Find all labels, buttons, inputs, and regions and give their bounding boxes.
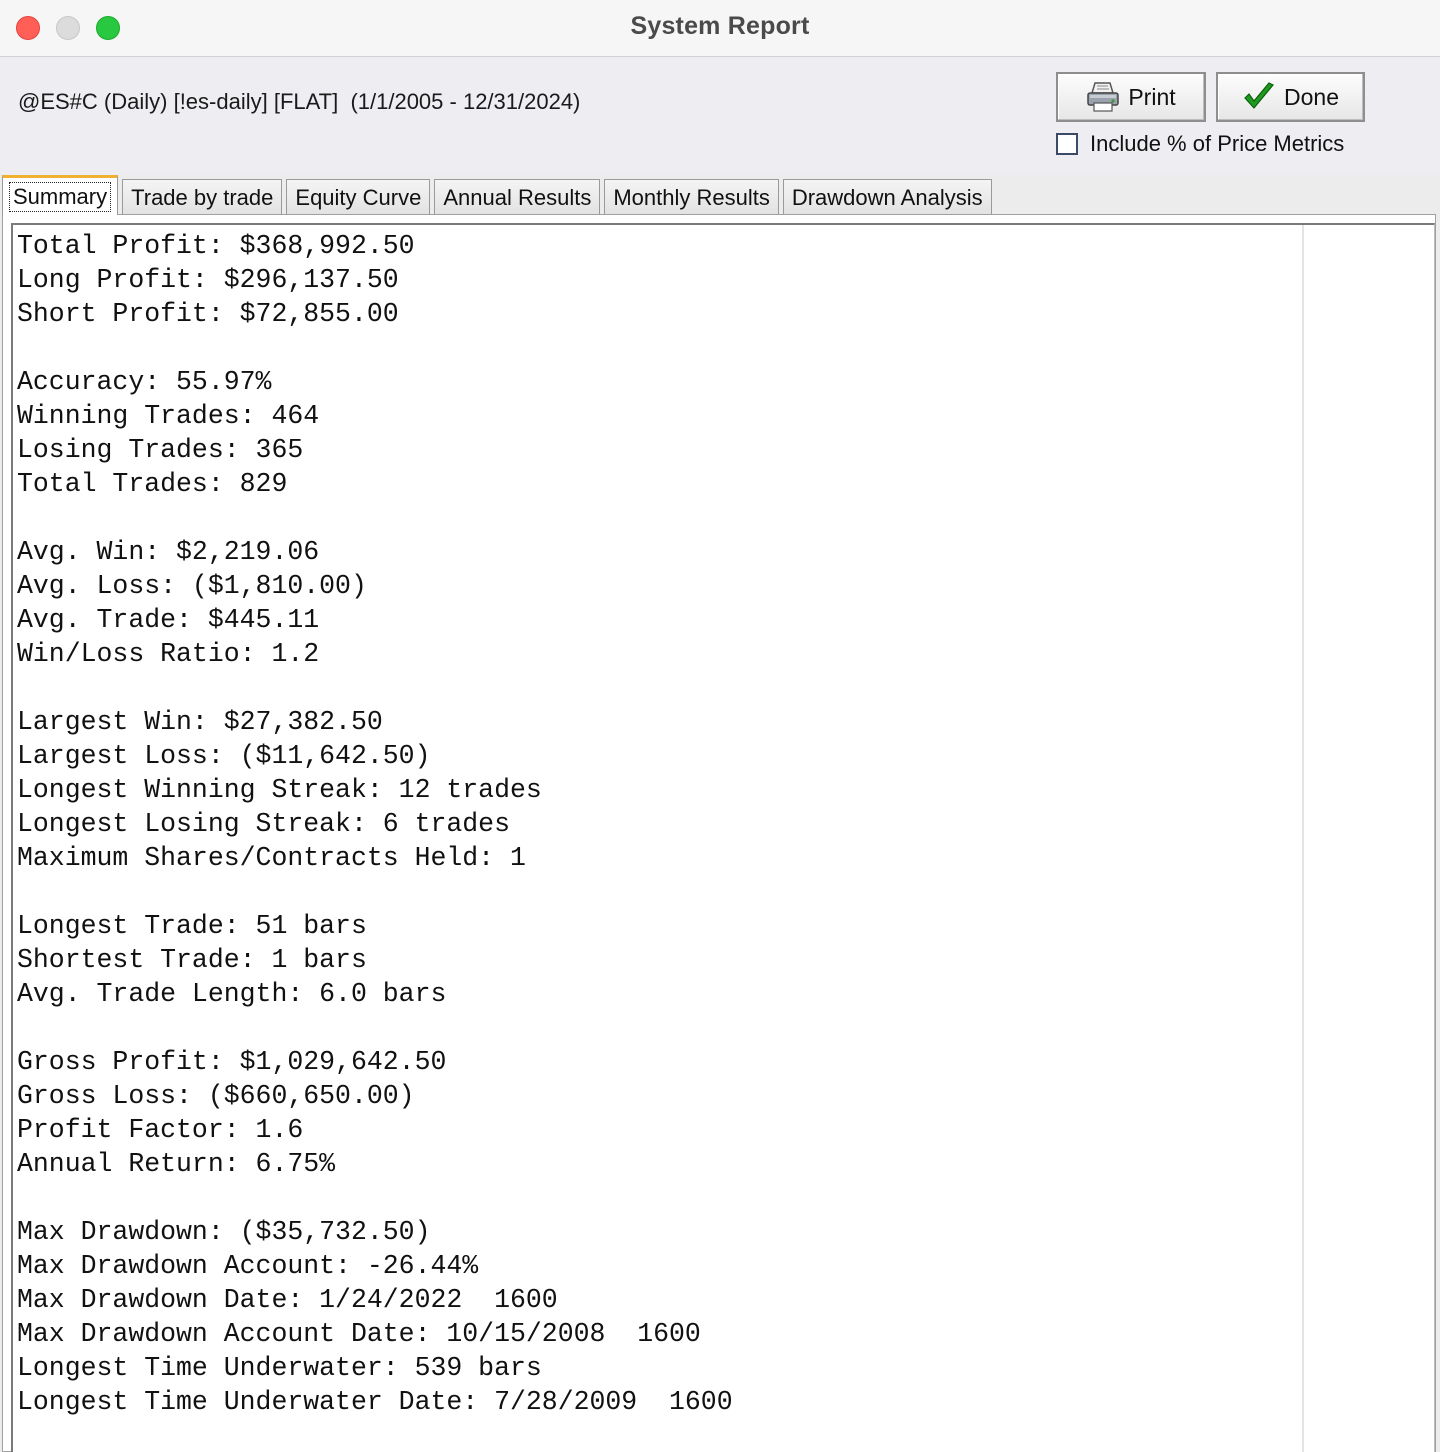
report-line: Largest Loss: ($11,642.50) [17, 741, 431, 771]
report-blank-line [17, 1011, 733, 1045]
report-line: Avg. Win: $2,219.06 [17, 537, 320, 567]
window-title: System Report [630, 12, 810, 40]
system-report-window: System Report @ES#C (Daily) [!es-daily] … [0, 0, 1440, 1452]
report-line: Long Profit: $296,137.50 [17, 265, 399, 295]
report-tabs: Summary Trade by trade Equity Curve Annu… [2, 175, 996, 215]
report-line: Max Drawdown Date: 1/24/2022 1600 [17, 1285, 558, 1315]
report-line: Accuracy: 55.97% [17, 367, 272, 397]
report-line: Avg. Loss: ($1,810.00) [17, 571, 367, 601]
checkmark-icon [1242, 81, 1276, 113]
report-line: Win/Loss Ratio: 1.2 [17, 639, 320, 669]
print-button-label: Print [1128, 83, 1176, 110]
report-header: @ES#C (Daily) [!es-daily] [FLAT] (1/1/20… [0, 57, 1440, 175]
report-line: Max Drawdown Account: -26.44% [17, 1251, 479, 1281]
report-line: Short Profit: $72,855.00 [17, 299, 399, 329]
report-blank-line [17, 671, 733, 705]
report-line: Total Trades: 829 [17, 469, 288, 499]
report-line: Gross Loss: ($660,650.00) [17, 1081, 415, 1111]
report-line: Profit Factor: 1.6 [17, 1115, 304, 1145]
tab-label: Summary [8, 181, 112, 212]
report-line: Total Profit: $368,992.50 [17, 231, 415, 261]
include-price-metrics-checkbox[interactable] [1056, 133, 1078, 155]
report-blank-line [17, 331, 733, 365]
done-button[interactable]: Done [1216, 72, 1365, 122]
tab-monthly-results[interactable]: Monthly Results [604, 179, 779, 215]
report-line: Largest Win: $27,382.50 [17, 707, 383, 737]
report-blank-line [17, 1181, 733, 1215]
tab-label: Trade by trade [131, 184, 274, 210]
report-line: Avg. Trade Length: 6.0 bars [17, 979, 447, 1009]
vertical-scrollbar[interactable] [1302, 225, 1434, 1452]
report-line: Longest Time Underwater Date: 7/28/2009 … [17, 1387, 733, 1417]
report-lines: Total Profit: $368,992.50 Long Profit: $2… [17, 229, 733, 1419]
include-price-metrics-option[interactable]: Include % of Price Metrics [1056, 131, 1344, 157]
include-price-metrics-label: Include % of Price Metrics [1090, 131, 1345, 156]
report-line: Winning Trades: 464 [17, 401, 320, 431]
report-blank-line [17, 501, 733, 535]
tab-label: Annual Results [443, 184, 592, 210]
tab-equity-curve[interactable]: Equity Curve [286, 179, 431, 215]
printer-icon [1086, 81, 1120, 113]
report-line: Longest Winning Streak: 12 trades [17, 775, 542, 805]
report-line: Avg. Trade: $445.11 [17, 605, 320, 635]
tab-label: Equity Curve [295, 184, 422, 210]
summary-report-text-area[interactable]: Total Profit: $368,992.50 Long Profit: $2… [11, 223, 1435, 1452]
report-line: Shortest Trade: 1 bars [17, 945, 367, 975]
title-bar[interactable]: System Report [0, 0, 1440, 57]
tab-summary[interactable]: Summary [2, 175, 119, 215]
tab-label: Drawdown Analysis [791, 184, 983, 210]
report-line: Gross Profit: $1,029,642.50 [17, 1047, 447, 1077]
report-subtitle: @ES#C (Daily) [!es-daily] [FLAT] (1/1/20… [18, 89, 581, 114]
report-line: Losing Trades: 365 [17, 435, 304, 465]
tab-trade-by-trade[interactable]: Trade by trade [122, 179, 283, 215]
tab-label: Monthly Results [613, 184, 770, 210]
tab-drawdown-analysis[interactable]: Drawdown Analysis [782, 179, 992, 215]
report-blank-line [17, 875, 733, 909]
report-line: Longest Time Underwater: 539 bars [17, 1353, 542, 1383]
report-line: Max Drawdown Account Date: 10/15/2008 16… [17, 1319, 701, 1349]
print-button[interactable]: Print [1056, 72, 1206, 122]
report-line: Maximum Shares/Contracts Held: 1 [17, 843, 526, 873]
tab-annual-results[interactable]: Annual Results [434, 179, 601, 215]
report-line: Max Drawdown: ($35,732.50) [17, 1217, 431, 1247]
done-button-label: Done [1284, 83, 1339, 110]
report-line: Longest Trade: 51 bars [17, 911, 367, 941]
summary-panel: Total Profit: $368,992.50 Long Profit: $2… [2, 214, 1436, 1452]
report-line: Annual Return: 6.75% [17, 1149, 336, 1179]
report-line: Longest Losing Streak: 6 trades [17, 809, 510, 839]
